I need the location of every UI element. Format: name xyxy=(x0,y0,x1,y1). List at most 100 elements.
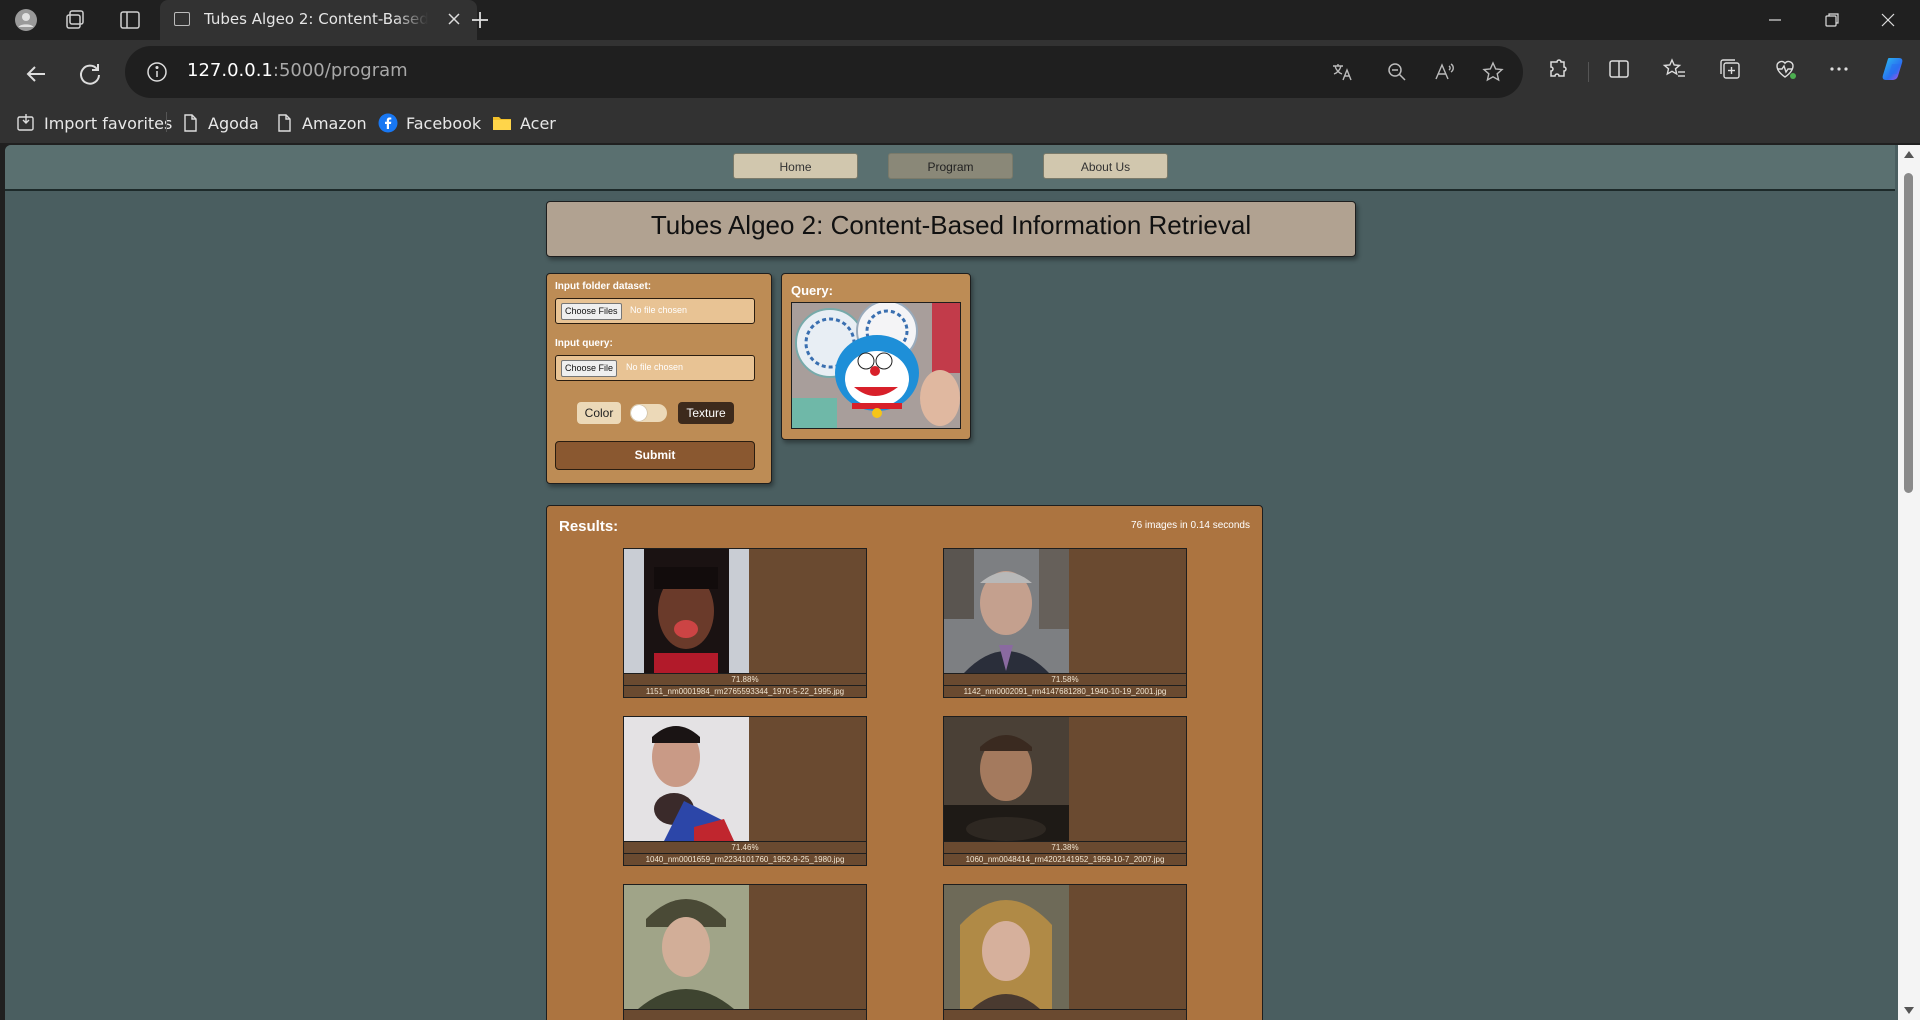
nav-link-home[interactable]: Home xyxy=(733,153,858,179)
more-menu-icon[interactable] xyxy=(1826,56,1852,82)
import-favorites-icon xyxy=(16,113,36,133)
favorite-label: Facebook xyxy=(406,113,482,133)
favorite-label: Import favorites xyxy=(44,113,173,133)
folder-icon xyxy=(492,113,512,133)
site-navbar: Home Program About Us xyxy=(5,145,1895,191)
page-header: Tubes Algeo 2: Content-Based Information… xyxy=(546,201,1356,257)
result-item[interactable]: 71.88% 1151_nm0001984_rm2765593344_1970-… xyxy=(623,548,867,700)
favorite-star-icon[interactable] xyxy=(1481,60,1505,84)
favorite-import-favorites[interactable]: Import favorites xyxy=(16,112,172,134)
workspaces-icon[interactable] xyxy=(64,8,88,32)
restore-icon[interactable] xyxy=(1820,8,1844,32)
copilot-icon[interactable] xyxy=(1880,54,1910,84)
extensions-icon[interactable] xyxy=(1545,56,1571,82)
result-filename: 1040_nm0001659_rm2234101760_1952-9-25_19… xyxy=(623,854,867,866)
read-aloud-icon[interactable] xyxy=(1432,60,1456,84)
results-summary: 76 images in 0.14 seconds xyxy=(1131,520,1250,531)
page-icon xyxy=(274,113,294,133)
url-host: 127.0.0.1 xyxy=(187,60,273,81)
nav-link-about-us[interactable]: About Us xyxy=(1043,153,1168,179)
results-title: Results: xyxy=(559,518,619,535)
result-item[interactable] xyxy=(943,884,1187,1020)
tab-title: Tubes Algeo 2: Content-Based Information… xyxy=(204,10,428,28)
texture-option-label[interactable]: Texture xyxy=(678,402,734,424)
favorite-acer[interactable]: Acer xyxy=(492,112,556,134)
page-title: Tubes Algeo 2: Content-Based Information… xyxy=(650,210,1252,240)
query-image xyxy=(791,302,961,429)
page-icon xyxy=(180,113,200,133)
color-texture-toggle[interactable] xyxy=(630,404,667,422)
query-file-input[interactable]: Choose File No file chosen xyxy=(555,355,755,381)
favorite-facebook[interactable]: Facebook xyxy=(378,112,481,134)
result-score xyxy=(943,1010,1187,1020)
zoom-out-icon[interactable] xyxy=(1385,60,1409,84)
favorite-agoda[interactable]: Agoda xyxy=(180,112,259,134)
result-filename: 1142_nm0002091_rm4147681280_1940-10-19_2… xyxy=(943,686,1187,698)
url-path: :5000/program xyxy=(272,60,408,81)
choose-files-button[interactable]: Choose Files xyxy=(561,303,622,320)
scrollbar-thumb[interactable] xyxy=(1904,173,1913,493)
favorites-list-icon[interactable] xyxy=(1662,56,1688,82)
choose-file-button[interactable]: Choose File xyxy=(561,360,618,377)
collections-icon[interactable] xyxy=(1717,56,1743,82)
dataset-file-status: No file chosen xyxy=(630,305,688,315)
profile-avatar-icon[interactable] xyxy=(14,8,38,32)
result-image-frame xyxy=(623,548,867,674)
tab-favicon-icon xyxy=(174,12,190,26)
vertical-tabs-icon[interactable] xyxy=(118,8,142,32)
result-score: 71.88% xyxy=(623,674,867,686)
submit-button[interactable]: Submit xyxy=(555,441,755,470)
browser-title-bar: Tubes Algeo 2: Content-Based Information… xyxy=(0,0,1920,40)
url-text[interactable]: 127.0.0.1:5000/program xyxy=(187,60,408,81)
refresh-icon[interactable] xyxy=(72,56,108,92)
result-photo xyxy=(624,885,749,1009)
toolbar-separator xyxy=(1588,62,1589,82)
minimize-icon[interactable] xyxy=(1763,8,1787,32)
result-item[interactable]: 71.46% 1040_nm0001659_rm2234101760_1952-… xyxy=(623,716,867,868)
browser-tab-active[interactable]: Tubes Algeo 2: Content-Based Information… xyxy=(160,0,477,40)
tab-close-icon[interactable] xyxy=(443,8,465,30)
query-preview-card: Query: xyxy=(781,273,971,440)
query-file-status: No file chosen xyxy=(626,362,684,372)
page-scrollbar[interactable] xyxy=(1898,145,1920,1020)
result-photo xyxy=(944,885,1069,1009)
scroll-up-arrow-icon[interactable] xyxy=(1904,151,1914,158)
favorite-label: Amazon xyxy=(302,113,367,133)
result-item[interactable]: 71.58% 1142_nm0002091_rm4147681280_1940-… xyxy=(943,548,1187,700)
page-viewport: Home Program About Us Tubes Algeo 2: Con… xyxy=(5,145,1920,1020)
result-image-frame xyxy=(623,884,867,1010)
scroll-down-arrow-icon[interactable] xyxy=(1904,1007,1914,1014)
favorite-amazon[interactable]: Amazon xyxy=(274,112,367,134)
address-bar[interactable]: 127.0.0.1:5000/program xyxy=(125,46,1523,98)
new-tab-plus-icon[interactable] xyxy=(468,8,492,32)
dataset-label: Input folder dataset: xyxy=(555,281,652,292)
browser-health-icon[interactable] xyxy=(1772,56,1798,82)
result-filename: 1151_nm0001984_rm2765593344_1970-5-22_19… xyxy=(623,686,867,698)
result-score: 71.58% xyxy=(943,674,1187,686)
back-arrow-icon[interactable] xyxy=(18,56,54,92)
result-item[interactable] xyxy=(623,884,867,1020)
result-photo xyxy=(944,717,1069,841)
toggle-knob xyxy=(631,405,647,421)
result-score xyxy=(623,1010,867,1020)
color-option-label[interactable]: Color xyxy=(577,402,621,424)
favorites-separator xyxy=(166,112,167,132)
input-form-card: Input folder dataset: Choose Files No fi… xyxy=(546,273,772,484)
site-info-icon[interactable] xyxy=(145,60,169,84)
results-card: Results: 76 images in 0.14 seconds 71.88… xyxy=(546,505,1263,1020)
nav-link-program[interactable]: Program xyxy=(888,153,1013,179)
close-window-icon[interactable] xyxy=(1876,8,1900,32)
favorite-label: Agoda xyxy=(208,113,259,133)
translate-icon[interactable] xyxy=(1330,60,1354,84)
facebook-icon xyxy=(378,113,398,133)
favorite-label: Acer xyxy=(520,113,556,133)
result-photo xyxy=(944,549,1069,673)
dataset-file-input[interactable]: Choose Files No file chosen xyxy=(555,298,755,324)
result-image-frame xyxy=(623,716,867,842)
split-screen-icon[interactable] xyxy=(1606,56,1632,82)
result-photo xyxy=(624,717,749,841)
result-score: 71.46% xyxy=(623,842,867,854)
query-label: Query: xyxy=(791,283,833,298)
result-item[interactable]: 71.38% 1060_nm0048414_rm4202141952_1959-… xyxy=(943,716,1187,868)
result-image-frame xyxy=(943,716,1187,842)
